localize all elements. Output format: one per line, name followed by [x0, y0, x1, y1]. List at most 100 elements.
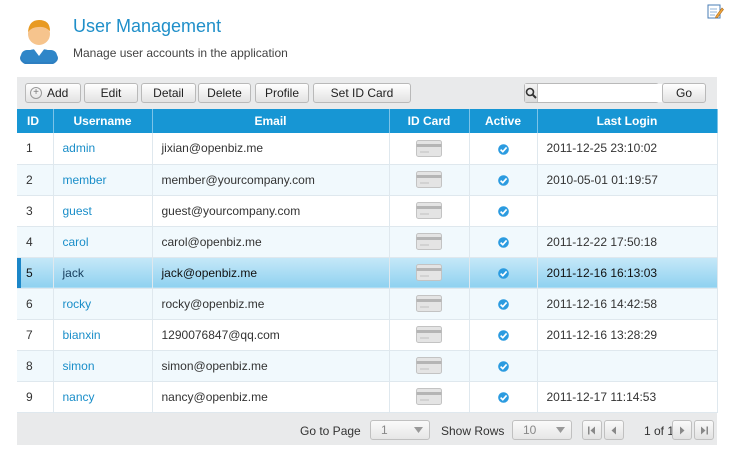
cell-active: [469, 226, 538, 258]
cell-id: 4: [17, 226, 54, 258]
column-header-id-card[interactable]: ID Card: [389, 109, 470, 133]
next-page-button[interactable]: [672, 420, 692, 440]
cell-email: 1290076847@qq.com: [152, 319, 390, 351]
add-icon: +: [30, 87, 42, 99]
table-row[interactable]: 2 member member@yourcompany.com 2010-05-…: [17, 164, 718, 196]
table-row[interactable]: 7 bianxin 1290076847@qq.com 2011-12-16 1…: [17, 319, 718, 351]
cell-id: 8: [17, 350, 54, 382]
id-card-icon[interactable]: [416, 171, 442, 188]
rows-per-page-select[interactable]: 10: [512, 420, 572, 440]
go-button[interactable]: Go: [662, 83, 706, 103]
column-header-email[interactable]: Email: [152, 109, 390, 133]
id-card-icon[interactable]: [416, 295, 442, 312]
detail-button[interactable]: Detail: [141, 83, 196, 103]
add-button[interactable]: + Add: [25, 83, 81, 103]
cell-username[interactable]: member: [53, 164, 153, 196]
search-icon[interactable]: [525, 84, 538, 102]
page-count-text: 1 of 1: [644, 424, 675, 438]
table-row[interactable]: 3 guest guest@yourcompany.com: [17, 195, 718, 227]
cell-email: guest@yourcompany.com: [152, 195, 390, 227]
check-icon: [497, 175, 509, 186]
cell-id-card: [389, 381, 470, 413]
set-id-card-button[interactable]: Set ID Card: [313, 83, 411, 103]
column-header-last-login[interactable]: Last Login: [537, 109, 718, 133]
table-row[interactable]: 6 rocky rocky@openbiz.me 2011-12-16 14:4…: [17, 288, 718, 320]
cell-username[interactable]: carol: [53, 226, 153, 258]
cell-id: 9: [17, 381, 54, 413]
id-card-icon[interactable]: [416, 326, 442, 343]
cell-username[interactable]: admin: [53, 133, 153, 165]
user-avatar-icon: [20, 20, 58, 64]
pagination-bar: Go to Page 1 Show Rows 10 1 of 1: [17, 417, 717, 445]
cell-email: member@yourcompany.com: [152, 164, 390, 196]
page-select[interactable]: 1: [370, 420, 430, 440]
cell-id: 2: [17, 164, 54, 196]
cell-email: carol@openbiz.me: [152, 226, 390, 258]
id-card-icon[interactable]: [416, 139, 442, 157]
cell-username[interactable]: bianxin: [53, 319, 153, 351]
last-page-button[interactable]: [694, 420, 714, 440]
check-icon: [497, 299, 509, 310]
cell-id-card: [389, 226, 470, 258]
check-icon: [497, 392, 509, 403]
first-page-button[interactable]: [582, 420, 602, 440]
cell-username[interactable]: nancy: [53, 381, 153, 413]
cell-id-card: [389, 319, 470, 351]
search-box: [524, 83, 701, 103]
cell-last-login: 2011-12-16 14:42:58: [537, 288, 718, 320]
table-row[interactable]: 9 nancy nancy@openbiz.me 2011-12-17 11:1…: [17, 381, 718, 413]
table-row-selected[interactable]: 5 jack jack@openbiz.me 2011-12-16 16:13:…: [17, 257, 718, 289]
cell-active: [469, 257, 538, 289]
first-page-icon: [588, 426, 595, 434]
previous-page-icon: [611, 426, 616, 434]
cell-id-card: [389, 133, 470, 165]
check-icon: [497, 237, 509, 248]
cell-last-login: [537, 350, 718, 382]
cell-email: simon@openbiz.me: [152, 350, 390, 382]
go-to-page-label: Go to Page: [300, 424, 361, 438]
id-card-icon[interactable]: [416, 388, 442, 405]
check-icon: [497, 361, 509, 372]
previous-page-button[interactable]: [604, 420, 624, 440]
cell-last-login: [537, 195, 718, 227]
cell-username[interactable]: jack: [53, 257, 153, 289]
check-icon: [497, 143, 509, 155]
cell-active: [469, 381, 538, 413]
profile-button[interactable]: Profile: [255, 83, 309, 103]
table-body: 1 admin jixian@openbiz.me 2011-12-25 23:…: [17, 133, 718, 413]
cell-id: 7: [17, 319, 54, 351]
column-header-id[interactable]: ID: [17, 109, 54, 133]
cell-last-login: 2011-12-17 11:14:53: [537, 381, 718, 413]
column-header-active[interactable]: Active: [469, 109, 538, 133]
cell-active: [469, 133, 538, 165]
cell-username[interactable]: simon: [53, 350, 153, 382]
chevron-down-icon: [556, 427, 565, 433]
table-row[interactable]: 8 simon simon@openbiz.me: [17, 350, 718, 382]
show-rows-label: Show Rows: [441, 424, 505, 438]
table-row[interactable]: 1 admin jixian@openbiz.me 2011-12-25 23:…: [17, 133, 718, 165]
cell-id-card: [389, 257, 470, 289]
edit-button[interactable]: Edit: [84, 83, 138, 103]
id-card-icon[interactable]: [416, 202, 442, 219]
cell-active: [469, 164, 538, 196]
cell-id: 3: [17, 195, 54, 227]
column-header-username[interactable]: Username: [53, 109, 153, 133]
cell-username[interactable]: rocky: [53, 288, 153, 320]
page-title: User Management: [73, 16, 222, 36]
next-page-icon: [680, 426, 685, 434]
id-card-icon[interactable]: [416, 357, 442, 374]
add-button-label: Add: [47, 86, 69, 100]
id-card-icon[interactable]: [416, 233, 442, 250]
delete-button[interactable]: Delete: [198, 83, 251, 103]
cell-id: 1: [17, 133, 54, 165]
cell-id: 5: [17, 257, 54, 289]
check-icon: [497, 268, 509, 279]
page-header: User Management Manage user accounts in …: [0, 0, 735, 76]
rows-select-value: 10: [523, 423, 537, 437]
id-card-icon[interactable]: [416, 264, 442, 281]
edit-page-icon[interactable]: [707, 3, 724, 20]
last-page-icon: [701, 426, 708, 434]
table-row[interactable]: 4 carol carol@openbiz.me 2011-12-22 17:5…: [17, 226, 718, 258]
cell-last-login: 2011-12-16 13:28:29: [537, 319, 718, 351]
cell-username[interactable]: guest: [53, 195, 153, 227]
